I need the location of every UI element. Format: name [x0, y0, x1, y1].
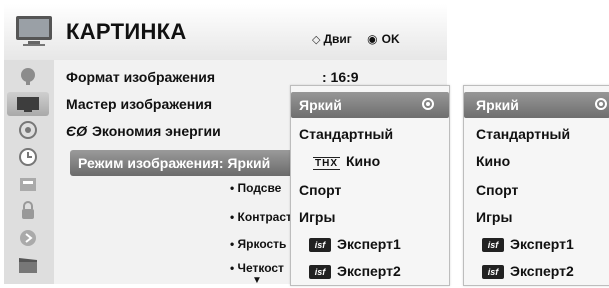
energy-saving-label: Экономия энергии: [91, 123, 221, 139]
option-sport[interactable]: Спорт: [464, 177, 609, 203]
option-label: Яркий: [476, 97, 519, 113]
energy-saving-item[interactable]: ЄØ Экономия энергии: [66, 123, 221, 139]
category-sidebar: [4, 60, 54, 284]
option-cinema[interactable]: THX Кино: [291, 148, 449, 174]
picture-mode-dropdown-alt: Яркий Стандартный Кино Спорт Игры isf Экс…: [463, 85, 609, 286]
thx-logo-icon: THX: [313, 157, 340, 170]
picture-tv-icon: [17, 97, 39, 112]
option-label: Стандартный: [476, 126, 571, 142]
sidebar-item-media[interactable]: [7, 253, 49, 277]
movie-clapper-icon: [19, 258, 37, 273]
navigation-hint: ◇ Двиг ◉ OK: [312, 32, 400, 46]
contrast-item[interactable]: • Контраст: [230, 210, 292, 224]
isf-logo-icon: isf: [482, 238, 504, 252]
picture-wizard-label: Мастер изображения: [66, 96, 213, 112]
option-sport[interactable]: Спорт: [291, 177, 449, 203]
option-expert1[interactable]: isf Эксперт1: [464, 231, 609, 257]
sidebar-item-audio[interactable]: [7, 118, 49, 142]
picture-wizard-item[interactable]: Мастер изображения: [66, 96, 212, 112]
option-label: Эксперт2: [337, 263, 401, 279]
aspect-ratio-value: : 16:9: [322, 69, 359, 85]
radio-selected-icon: [595, 98, 607, 110]
sharpness-item[interactable]: • Четкост: [230, 261, 284, 275]
menu-header: КАРТИНКА ◇ Двиг ◉ OK: [4, 4, 447, 60]
option-label: Эксперт2: [510, 263, 574, 279]
isf-logo-icon: isf: [309, 238, 331, 252]
sidebar-item-input[interactable]: [7, 226, 49, 250]
option-cinema[interactable]: Кино: [464, 148, 609, 174]
ok-button-icon: ◉: [367, 32, 378, 46]
option-label: Кино: [476, 153, 511, 169]
move-arrows-icon: ◇: [312, 34, 321, 46]
picture-mode-item[interactable]: Режим изображения: Яркий: [70, 150, 306, 176]
ok-hint-label: OK: [381, 32, 400, 46]
option-game[interactable]: Игры: [291, 204, 449, 230]
time-clock-icon: [19, 148, 37, 166]
option-game[interactable]: Игры: [464, 204, 609, 230]
option-expert2[interactable]: isf Эксперт2: [291, 258, 449, 284]
isf-logo-icon: isf: [482, 265, 504, 279]
sidebar-item-options[interactable]: [7, 172, 49, 196]
sidebar-item-setup[interactable]: [7, 64, 49, 88]
option-label: Эксперт1: [337, 236, 401, 252]
options-icon: [20, 178, 36, 191]
aspect-ratio-item[interactable]: Формат изображения: [66, 69, 215, 85]
satellite-dish-icon: [21, 68, 35, 85]
sidebar-item-time[interactable]: [7, 145, 49, 169]
option-label: Кино: [346, 153, 381, 169]
audio-icon: [19, 121, 37, 139]
brightness-item[interactable]: • Яркость: [230, 237, 286, 251]
option-label: Спорт: [299, 182, 342, 198]
option-label: Спорт: [476, 182, 519, 198]
scroll-down-icon[interactable]: ▼: [252, 275, 262, 286]
option-label: Игры: [476, 209, 513, 225]
input-icon: [20, 230, 36, 246]
radio-selected-icon: [422, 98, 434, 110]
sidebar-item-picture[interactable]: [7, 92, 49, 116]
backlight-item[interactable]: • Подсве: [230, 181, 281, 195]
lock-icon: [22, 201, 34, 219]
option-vivid[interactable]: Яркий: [291, 92, 449, 118]
option-label: Яркий: [299, 97, 342, 113]
option-expert2[interactable]: isf Эксперт2: [464, 258, 609, 284]
option-expert1[interactable]: isf Эксперт1: [291, 231, 449, 257]
page-title: КАРТИНКА: [66, 19, 187, 44]
picture-mode-dropdown: Яркий Стандартный THX Кино Спорт Игры isf…: [290, 85, 450, 286]
isf-logo-icon: isf: [309, 265, 331, 279]
picture-mode-label: Режим изображения: Яркий: [78, 155, 271, 171]
energy-saving-icon: ЄØ: [66, 123, 87, 139]
move-hint-label: Двиг: [323, 32, 352, 46]
sidebar-item-lock[interactable]: [7, 199, 49, 223]
option-standard[interactable]: Стандартный: [464, 121, 609, 147]
aspect-ratio-label: Формат изображения: [66, 69, 216, 85]
option-standard[interactable]: Стандартный: [291, 121, 449, 147]
option-label: Эксперт1: [510, 236, 574, 252]
option-vivid[interactable]: Яркий: [464, 92, 609, 118]
tv-icon: [16, 16, 52, 46]
option-label: Игры: [299, 209, 336, 225]
option-label: Стандартный: [299, 126, 394, 142]
